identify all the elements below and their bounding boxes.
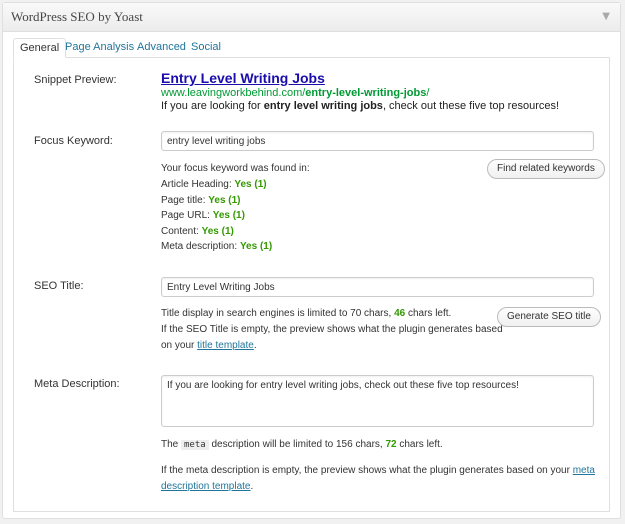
- meta-template-link-1[interactable]: meta: [573, 465, 595, 476]
- tab-social[interactable]: Social: [185, 38, 227, 57]
- snippet-description: If you are looking for entry level writi…: [161, 100, 560, 112]
- triangle-down-icon[interactable]: ▼: [602, 3, 610, 31]
- meta-description-textarea[interactable]: If you are looking for entry level writi…: [161, 375, 594, 427]
- generate-seo-title-button[interactable]: Generate SEO title: [497, 307, 601, 327]
- seo-title-limit-text: Title display in search engines is limit…: [161, 308, 452, 319]
- seo-title-input[interactable]: [161, 277, 594, 297]
- tab-general[interactable]: General: [13, 38, 67, 58]
- focus-keyword-label: Focus Keyword:: [34, 135, 113, 147]
- meta-empty-note: If the meta description is empty, the pr…: [161, 465, 595, 476]
- seo-metabox: WordPress SEO by Yoast ▼ General Page An…: [2, 2, 621, 519]
- metabox-title: WordPress SEO by Yoast: [11, 9, 143, 24]
- title-template-link[interactable]: title template: [197, 340, 254, 351]
- snippet-preview-label: Snippet Preview:: [34, 74, 117, 86]
- general-panel: Snippet Preview: Entry Level Writing Job…: [13, 57, 610, 512]
- seo-title-empty-note: If the SEO Title is empty, the preview s…: [161, 324, 503, 335]
- meta-limit-text: The meta description will be limited to …: [161, 439, 443, 450]
- meta-empty-note-2: description template.: [161, 481, 254, 492]
- tab-page-analysis[interactable]: Page Analysis: [59, 38, 140, 57]
- find-related-keywords-button[interactable]: Find related keywords: [487, 159, 605, 179]
- result-page-url: Page URL: Yes (1): [161, 210, 245, 221]
- result-content: Content: Yes (1): [161, 226, 234, 237]
- meta-template-link-2[interactable]: description template: [161, 481, 251, 492]
- focus-keyword-input[interactable]: [161, 131, 594, 151]
- snippet-url: www.leavingworkbehind.com/entry-level-wr…: [161, 87, 430, 99]
- result-page-title: Page title: Yes (1): [161, 195, 241, 206]
- tab-advanced[interactable]: Advanced: [131, 38, 192, 57]
- result-meta-description: Meta description: Yes (1): [161, 241, 273, 252]
- focus-found-text: Your focus keyword was found in:: [161, 163, 310, 174]
- snippet-title[interactable]: Entry Level Writing Jobs: [161, 70, 325, 86]
- meta-description-label: Meta Description:: [34, 378, 120, 390]
- seo-title-label: SEO Title:: [34, 280, 84, 292]
- seo-title-empty-note-2: on your title template.: [161, 340, 257, 351]
- metabox-header[interactable]: WordPress SEO by Yoast ▼: [3, 3, 620, 32]
- result-article-heading: Article Heading: Yes (1): [161, 179, 267, 190]
